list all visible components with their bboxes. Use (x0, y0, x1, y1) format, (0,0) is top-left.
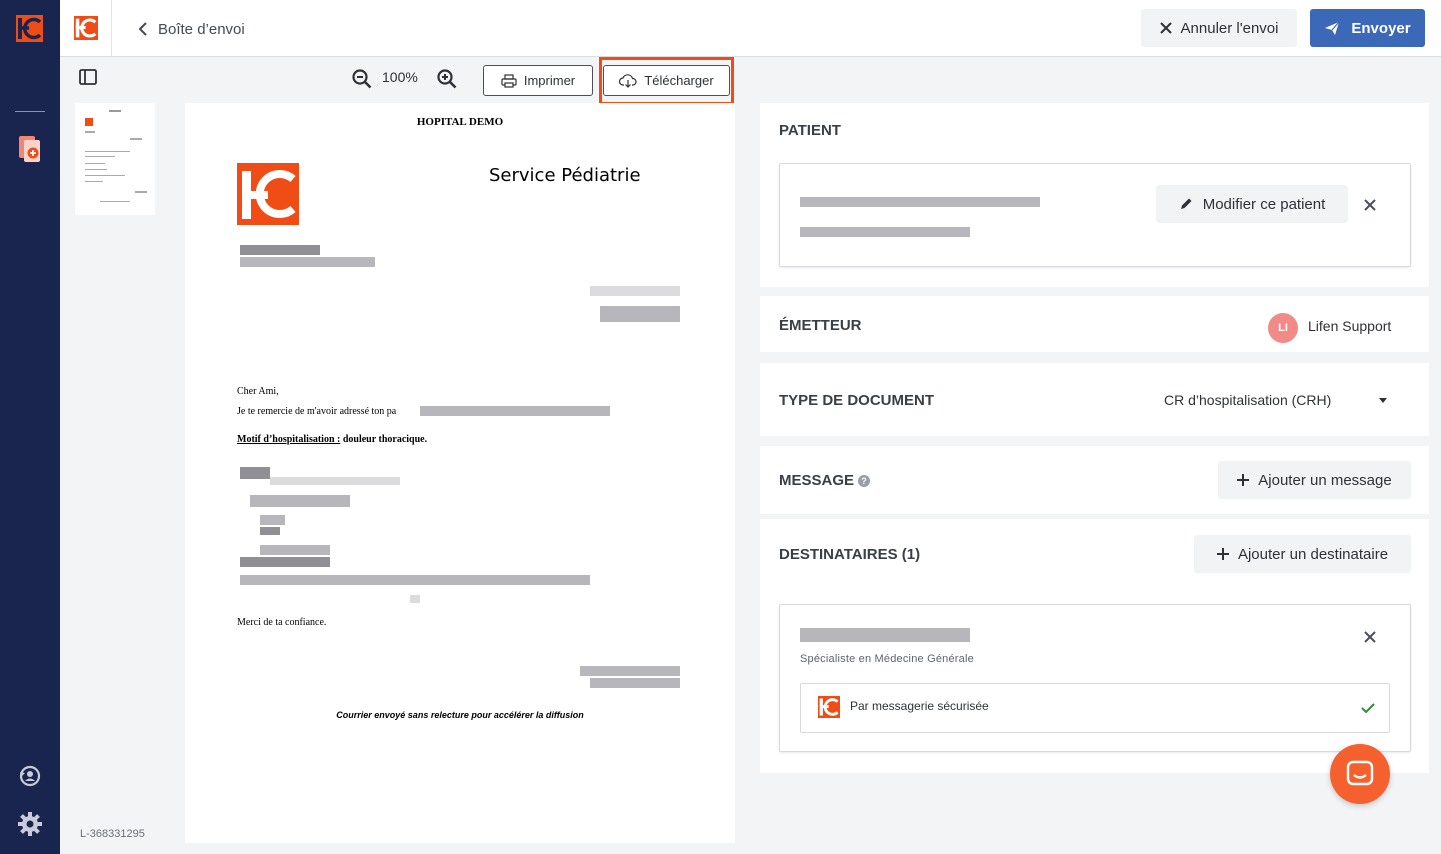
cloud-download-icon (619, 73, 637, 88)
document-type-select[interactable]: CR d’hospitalisation (CRH) (1164, 392, 1331, 408)
top-logo-box (60, 0, 112, 56)
recipients-section: DESTINATAIRES (1) Ajouter un destinatair… (760, 519, 1429, 773)
document-medical-icon[interactable] (17, 135, 43, 163)
letter-footer: Courrier envoyé sans relecture pour accé… (336, 710, 584, 720)
paper-plane-icon (1325, 21, 1340, 35)
zoom-out-icon[interactable] (352, 69, 372, 89)
redacted-text (240, 557, 330, 567)
message-title: MESSAGE (779, 472, 855, 489)
patient-title: PATIENT (779, 122, 841, 139)
redacted-text (580, 666, 680, 676)
plus-icon (1237, 474, 1250, 486)
sidebar-toggle-icon[interactable] (79, 69, 97, 85)
send-details-panel: PATIENT Modifier ce patient ÉMETTEUR LI … (750, 57, 1441, 854)
patient-card: Modifier ce patient (779, 163, 1411, 267)
letter-closing: Merci de ta confiance. (237, 617, 327, 628)
redacted-text (240, 245, 320, 255)
close-icon (1159, 22, 1172, 34)
redacted-text (420, 406, 610, 416)
pencil-icon (1180, 198, 1192, 209)
add-recipient-button[interactable]: Ajouter un destinataire (1194, 535, 1411, 573)
redacted-text (240, 467, 270, 479)
patient-section: PATIENT Modifier ce patient (760, 103, 1429, 287)
letter-greeting: Cher Ami, (237, 386, 279, 397)
redacted-patient-name (800, 197, 1040, 207)
hospital-logo-icon (237, 163, 299, 225)
download-label: Télécharger (644, 73, 714, 88)
lifen-logo-icon[interactable] (74, 16, 98, 40)
send-label: Envoyer (1351, 19, 1411, 37)
document-type-title: TYPE DE DOCUMENT (779, 392, 935, 409)
channel-option[interactable]: Par messagerie sécurisée (800, 683, 1390, 733)
sync-icon[interactable] (17, 763, 43, 789)
redacted-text (270, 477, 400, 485)
channel-label: Par messagerie sécurisée (850, 699, 989, 713)
redacted-text (590, 286, 680, 296)
recipient-role: Spécialiste en Médecine Générale (800, 653, 974, 665)
back-label: Boîte d’envoi (158, 20, 245, 38)
motif-value: douleur thoracique. (340, 434, 428, 445)
redacted-text (240, 257, 375, 267)
zoom-level: 100% (382, 69, 418, 85)
redacted-recipient-name (800, 628, 970, 642)
cancel-send-label: Annuler l'envoi (1180, 19, 1279, 37)
chat-icon (1346, 760, 1374, 786)
redacted-text (260, 515, 285, 525)
redacted-text (590, 678, 680, 688)
redacted-patient-info (800, 227, 970, 237)
redacted-text (260, 527, 280, 535)
print-button[interactable]: Imprimer (483, 65, 593, 96)
lifen-logo-icon (818, 696, 840, 718)
motif-line: Motif d’hospitalisation : douleur thorac… (237, 434, 427, 445)
caret-down-icon[interactable] (1379, 398, 1387, 403)
message-title-row: MESSAGE? (779, 472, 871, 489)
recipient-card: Spécialiste en Médecine Générale Par mes… (779, 604, 1411, 752)
motif-label: Motif d’hospitalisation : (237, 434, 341, 445)
gear-icon[interactable] (17, 811, 43, 837)
redacted-text (250, 495, 350, 507)
left-rail (0, 0, 60, 854)
message-section: MESSAGE? Ajouter un message (760, 446, 1429, 514)
plus-icon (1216, 548, 1229, 560)
avatar: LI (1268, 313, 1298, 343)
remove-recipient-icon[interactable] (1363, 630, 1377, 644)
download-button[interactable]: Télécharger (603, 65, 730, 96)
letter-intro: Je te remercie de m'avoir adressé ton pa (237, 406, 397, 417)
hospital-name: HOPITAL DEMO (416, 116, 504, 128)
zoom-in-icon[interactable] (437, 69, 457, 89)
printer-icon (501, 73, 517, 88)
redacted-text (600, 306, 680, 322)
print-label: Imprimer (523, 73, 576, 88)
add-message-button[interactable]: Ajouter un message (1218, 461, 1411, 499)
recipients-title: DESTINATAIRES (1) (779, 546, 921, 563)
lifen-logo-icon[interactable] (16, 15, 43, 42)
sender-title: ÉMETTEUR (779, 317, 862, 334)
remove-patient-icon[interactable] (1363, 198, 1377, 212)
send-button[interactable]: Envoyer (1310, 9, 1425, 47)
edit-patient-button[interactable]: Modifier ce patient (1156, 185, 1348, 223)
redacted-text (240, 575, 590, 585)
redacted-text (260, 545, 330, 555)
add-recipient-label: Ajouter un destinataire (1237, 545, 1389, 563)
cancel-send-button[interactable]: Annuler l'envoi (1141, 9, 1297, 47)
document-viewer: 100% Imprimer Télécharger HOPITAL DEMO S… (60, 57, 878, 854)
document-id: L-368331295 (80, 828, 145, 840)
edit-patient-label: Modifier ce patient (1202, 195, 1326, 213)
document-page: HOPITAL DEMO Service Pédiatrie Cher Ami,… (185, 103, 735, 843)
chat-support-button[interactable] (1330, 744, 1390, 804)
help-icon[interactable]: ? (858, 475, 871, 487)
chevron-left-icon (138, 22, 147, 36)
add-message-label: Ajouter un message (1258, 471, 1392, 489)
check-icon (1361, 703, 1375, 714)
back-link[interactable]: Boîte d’envoi (138, 16, 245, 42)
redacted-text (410, 595, 420, 603)
sender-name: Lifen Support (1308, 318, 1392, 334)
page-thumbnail[interactable] (75, 103, 155, 215)
top-bar: Boîte d’envoi Annuler l'envoi Envoyer (60, 0, 1441, 57)
rail-divider (15, 111, 45, 112)
service-name: Service Pédiatrie (489, 165, 641, 186)
